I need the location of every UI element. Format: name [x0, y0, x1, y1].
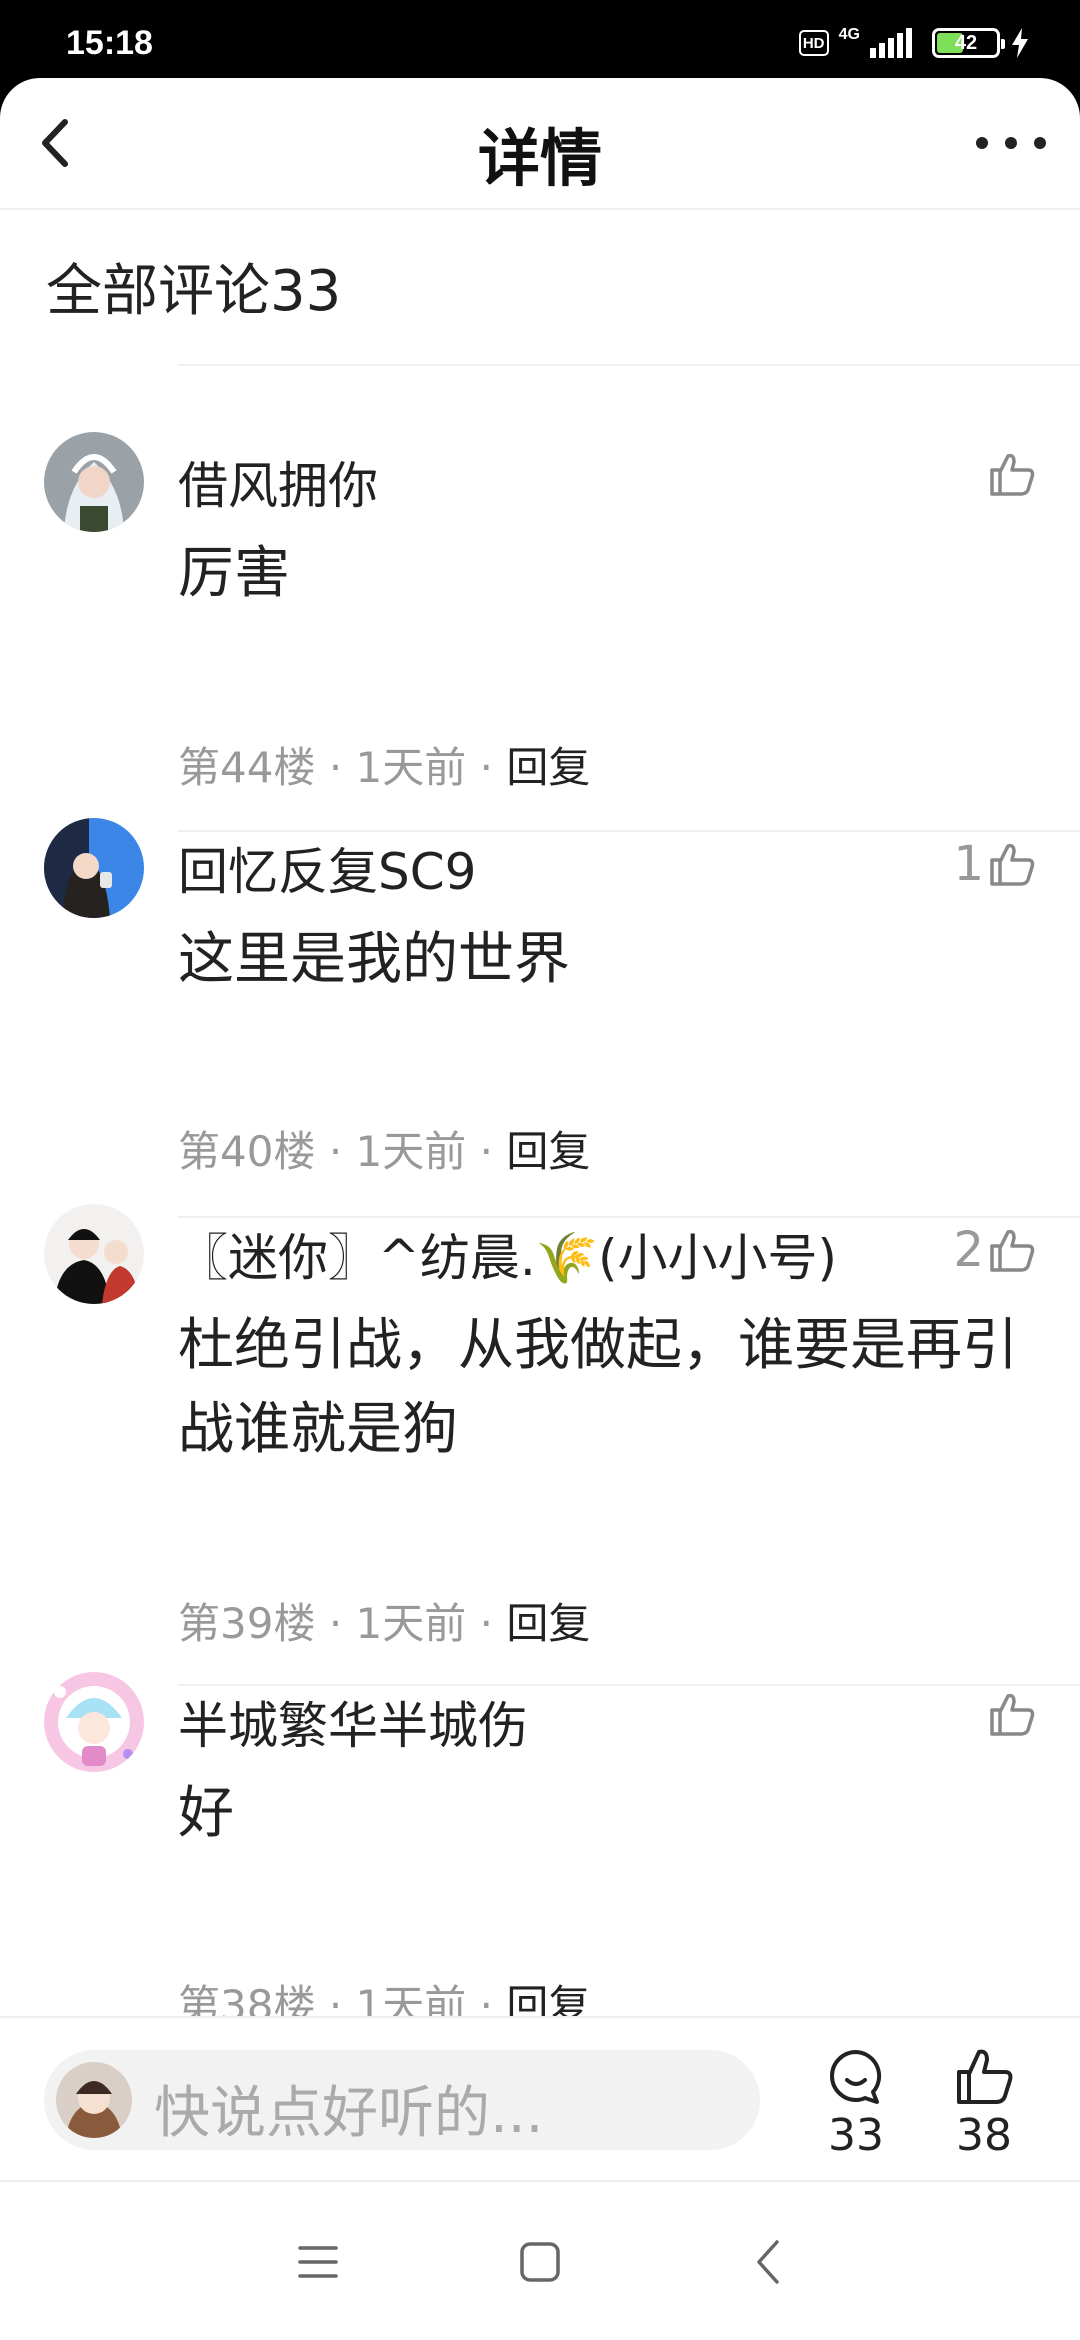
hd-badge: HD — [798, 30, 829, 56]
status-bar: 15:18 HD 4G 42 — [0, 0, 1080, 84]
comment-time: 1天前 — [355, 743, 467, 792]
like-button[interactable]: 1 — [953, 836, 1036, 892]
comment-time: 1天前 — [355, 1599, 467, 1648]
square-home-icon — [520, 2242, 560, 2282]
status-time: 15:18 — [66, 24, 153, 62]
like-button[interactable]: 2 — [953, 1222, 1036, 1278]
system-navigation-bar — [0, 2180, 1080, 2340]
battery-percent: 42 — [954, 31, 978, 54]
more-horizontal-icon — [976, 137, 988, 149]
comment-input[interactable]: 快说点好听的... — [44, 2050, 760, 2150]
comment-author[interactable]: 借风拥你 — [178, 446, 378, 518]
top-nav-bar: 详情 — [0, 78, 1080, 210]
thumbs-up-icon — [990, 453, 1035, 496]
comment-meta: 第39楼 · 1天前 · 回复 — [178, 1599, 591, 1648]
page-title: 详情 — [477, 122, 602, 195]
like-post-button[interactable]: 38 — [934, 2046, 1034, 2161]
thumbs-up-icon — [990, 843, 1035, 886]
comment-author[interactable]: 〖迷你〗^纺晨.🌾(小小小号) — [178, 1218, 837, 1290]
status-icons: HD 4G 42 — [798, 26, 1030, 58]
more-options-button[interactable] — [976, 128, 1046, 158]
avatar[interactable] — [44, 1204, 144, 1304]
home-button[interactable] — [510, 2232, 570, 2292]
recent-apps-button[interactable] — [288, 2232, 348, 2292]
reply-button[interactable]: 回复 — [506, 1127, 590, 1176]
comment-time: 1天前 — [355, 1127, 467, 1176]
divider — [178, 364, 1080, 366]
comment-bubble-icon — [830, 2050, 882, 2104]
thumbs-up-icon — [990, 1693, 1035, 1736]
network-type-label: 4G — [838, 26, 860, 43]
comment-input-bar: 快说点好听的... 33 38 — [0, 2016, 1080, 2180]
comment-text: 这里是我的世界 — [178, 927, 570, 992]
reply-button[interactable]: 回复 — [506, 743, 590, 792]
avatar[interactable] — [44, 818, 144, 918]
comments-section-title: 全部评论33 — [46, 259, 342, 324]
reply-button[interactable]: 回复 — [506, 1599, 590, 1648]
like-button[interactable] — [984, 1690, 1036, 1738]
comment-author[interactable]: 半城繁华半城伤 — [178, 1686, 528, 1758]
comment-text: 厉害 — [178, 541, 290, 606]
comment-text: 杜绝引战，从我做起，谁要是再引战谁就是狗 — [178, 1313, 1018, 1462]
comment-count: 33 — [828, 2110, 884, 2161]
thumbs-up-icon — [957, 2049, 1013, 2104]
comments-button[interactable]: 33 — [806, 2046, 906, 2161]
like-button[interactable] — [984, 450, 1036, 498]
battery-icon: 42 — [932, 28, 1005, 58]
avatar[interactable] — [44, 1672, 144, 1772]
charging-bolt-icon — [1012, 28, 1028, 58]
like-count: 2 — [953, 1222, 984, 1278]
like-count-total: 38 — [956, 2110, 1012, 2161]
floor-number: 第39楼 — [178, 1599, 316, 1648]
signal-icon — [870, 28, 912, 58]
avatar[interactable] — [44, 432, 144, 532]
system-back-button[interactable] — [738, 2232, 798, 2292]
input-placeholder: 快说点好听的... — [154, 2081, 544, 2146]
floor-number: 第40楼 — [178, 1127, 316, 1176]
comment-meta: 第40楼 · 1天前 · 回复 — [178, 1127, 591, 1176]
comment-author[interactable]: 回忆反复SC9 — [178, 832, 476, 904]
like-count: 1 — [953, 836, 984, 892]
app-screen: 详情 全部评论33 借风拥你 厉害 第44楼 · 1天前 · 回复 回忆反复SC… — [0, 78, 1080, 2340]
comment-text: 好 — [178, 1781, 234, 1846]
user-avatar — [56, 2062, 132, 2138]
thumbs-up-icon — [990, 1229, 1035, 1272]
menu-icon — [298, 2246, 338, 2278]
back-triangle-icon — [757, 2240, 779, 2284]
floor-number: 第44楼 — [178, 743, 316, 792]
comment-meta: 第44楼 · 1天前 · 回复 — [178, 743, 591, 792]
